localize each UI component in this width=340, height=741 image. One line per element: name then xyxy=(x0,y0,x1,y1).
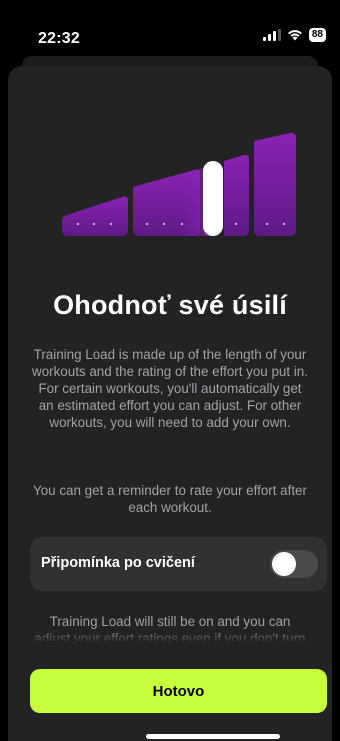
reminder-text: You can get a reminder to rate your effo… xyxy=(33,483,307,515)
home-indicator xyxy=(146,734,280,739)
status-icons: 88 xyxy=(262,28,326,42)
battery-icon: 88 xyxy=(308,28,326,42)
status-time: 22:32 xyxy=(38,30,80,47)
toggle-knob xyxy=(272,552,296,576)
reminder-toggle-row[interactable]: Připomínka po cvičení xyxy=(30,537,327,591)
page-title: Ohodnoť své úsilí xyxy=(53,290,287,320)
status-bar: 22:32 88 xyxy=(0,0,340,56)
scroll-fade xyxy=(8,629,332,643)
reminder-toggle-label: Připomínka po cvičení xyxy=(41,555,195,571)
reminder-toggle[interactable] xyxy=(270,550,318,578)
done-button[interactable]: Hotovo xyxy=(30,669,327,713)
effort-sheet: Ohodnoť své úsilí Training Load is made … xyxy=(8,66,332,741)
signal-icon xyxy=(262,29,281,41)
effort-bars-graphic xyxy=(62,132,296,236)
description-text: Training Load is made up of the length o… xyxy=(32,347,308,430)
wifi-icon xyxy=(287,30,302,41)
